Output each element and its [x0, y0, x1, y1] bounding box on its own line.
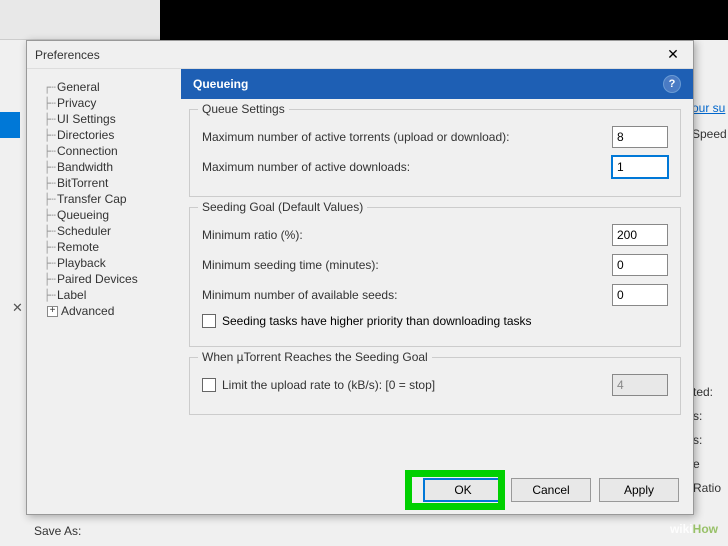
close-button[interactable]: ✕: [661, 45, 685, 65]
watermark-how: How: [693, 522, 718, 536]
tree-label: UI Settings: [57, 112, 116, 126]
save-as-label: Save As:: [34, 524, 81, 538]
tree-label: Advanced: [61, 304, 114, 318]
min-time-label: Minimum seeding time (minutes):: [202, 258, 612, 272]
section-header: Queueing ?: [181, 69, 693, 99]
tree-label: Bandwidth: [57, 160, 113, 174]
ok-button[interactable]: OK: [423, 478, 503, 502]
priority-checkbox[interactable]: [202, 314, 216, 328]
tree-item-ui-settings[interactable]: ├┄UI Settings: [33, 111, 175, 127]
bg-side-labels: ted: s: s: e Ratio: [693, 380, 728, 500]
queue-settings-legend: Queue Settings: [198, 102, 289, 116]
min-seeds-label: Minimum number of available seeds:: [202, 288, 612, 302]
tree-panel: ┌┄General ├┄Privacy ├┄UI Settings ├┄Dire…: [27, 69, 181, 469]
bg-link[interactable]: our su: [688, 98, 728, 118]
seeding-goal-fieldset: Seeding Goal (Default Values) Minimum ra…: [189, 207, 681, 347]
max-active-input[interactable]: [612, 126, 668, 148]
tree-label: Transfer Cap: [57, 192, 127, 206]
min-seeds-input[interactable]: [612, 284, 668, 306]
dialog-title: Preferences: [35, 48, 661, 62]
apply-button[interactable]: Apply: [599, 478, 679, 502]
queue-settings-fieldset: Queue Settings Maximum number of active …: [189, 109, 681, 197]
tree-item-bandwidth[interactable]: ├┄Bandwidth: [33, 159, 175, 175]
when-goal-legend: When µTorrent Reaches the Seeding Goal: [198, 350, 432, 364]
dialog-titlebar[interactable]: Preferences ✕: [27, 41, 693, 69]
min-time-input[interactable]: [612, 254, 668, 276]
bg-rt-1: s:: [693, 404, 728, 428]
limit-checkbox-row: Limit the upload rate to (kB/s): [0 = st…: [202, 374, 668, 396]
max-active-label: Maximum number of active torrents (uploa…: [202, 130, 612, 144]
tree-item-transfer-cap[interactable]: ├┄Transfer Cap: [33, 191, 175, 207]
when-goal-fieldset: When µTorrent Reaches the Seeding Goal L…: [189, 357, 681, 415]
tree-label: Privacy: [57, 96, 96, 110]
tree-label: BitTorrent: [57, 176, 108, 190]
limit-upload-checkbox[interactable]: [202, 378, 216, 392]
min-seeds-row: Minimum number of available seeds:: [202, 284, 668, 306]
max-downloads-label: Maximum number of active downloads:: [202, 160, 612, 174]
bg-rt-2: s:: [693, 428, 728, 452]
tree-item-directories[interactable]: ├┄Directories: [33, 127, 175, 143]
limit-upload-label: Limit the upload rate to (kB/s): [0 = st…: [222, 378, 612, 392]
tree-item-playback[interactable]: ├┄Playback: [33, 255, 175, 271]
max-active-row: Maximum number of active torrents (uploa…: [202, 126, 668, 148]
watermark: wikiHow: [670, 521, 718, 536]
content-panel: Queueing ? Queue Settings Maximum number…: [181, 69, 693, 469]
dialog-body: ┌┄General ├┄Privacy ├┄UI Settings ├┄Dire…: [27, 69, 693, 469]
tree-item-scheduler[interactable]: ├┄Scheduler: [33, 223, 175, 239]
bg-col-speed: Speed: [688, 124, 728, 144]
min-time-row: Minimum seeding time (minutes):: [202, 254, 668, 276]
bg-rt-0: ted:: [693, 380, 728, 404]
tree-item-paired-devices[interactable]: ├┄Paired Devices: [33, 271, 175, 287]
seeding-goal-legend: Seeding Goal (Default Values): [198, 200, 367, 214]
help-icon[interactable]: ?: [663, 75, 681, 93]
priority-checkbox-label: Seeding tasks have higher priority than …: [222, 314, 532, 328]
tree-label: Queueing: [57, 208, 109, 222]
tree-item-advanced[interactable]: + Advanced: [33, 303, 175, 319]
limit-upload-input: [612, 374, 668, 396]
tree-label: Label: [57, 288, 86, 302]
tree-item-queueing[interactable]: ├┄Queueing: [33, 207, 175, 223]
tree-item-connection[interactable]: ├┄Connection: [33, 143, 175, 159]
bg-columns: our su Speed: [688, 98, 728, 144]
tree-item-general[interactable]: ┌┄General: [33, 79, 175, 95]
tree-item-remote[interactable]: ├┄Remote: [33, 239, 175, 255]
section-title: Queueing: [193, 77, 663, 91]
tree-label: Connection: [57, 144, 118, 158]
min-ratio-input[interactable]: [612, 224, 668, 246]
dialog-footer: OK Cancel Apply: [423, 478, 679, 502]
tree-label: Scheduler: [57, 224, 111, 238]
tree-label: General: [57, 80, 100, 94]
tree-item-privacy[interactable]: ├┄Privacy: [33, 95, 175, 111]
bg-rt-3: e Ratio: [693, 452, 728, 500]
tree-item-label[interactable]: ├┄Label: [33, 287, 175, 303]
watermark-wiki: wiki: [670, 522, 693, 536]
max-downloads-row: Maximum number of active downloads:: [202, 156, 668, 178]
tree-label: Directories: [57, 128, 114, 142]
bg-selection: [0, 112, 20, 138]
max-downloads-input[interactable]: [612, 156, 668, 178]
tree-label: Playback: [57, 256, 106, 270]
min-ratio-row: Minimum ratio (%):: [202, 224, 668, 246]
tree-item-bittorrent[interactable]: ├┄BitTorrent: [33, 175, 175, 191]
tree-label: Remote: [57, 240, 99, 254]
expand-icon[interactable]: +: [47, 306, 58, 317]
priority-checkbox-row: Seeding tasks have higher priority than …: [202, 314, 668, 328]
bg-black-strip: [160, 0, 728, 40]
tree-label: Paired Devices: [57, 272, 138, 286]
min-ratio-label: Minimum ratio (%):: [202, 228, 612, 242]
cancel-button[interactable]: Cancel: [511, 478, 591, 502]
preferences-dialog: Preferences ✕ ┌┄General ├┄Privacy ├┄UI S…: [26, 40, 694, 515]
